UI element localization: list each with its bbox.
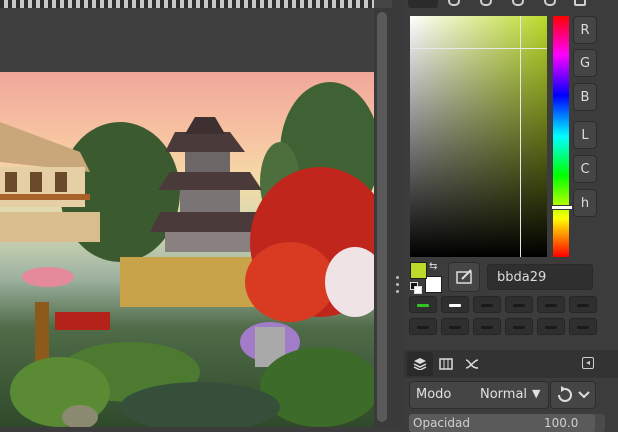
hue-slider[interactable] [553, 16, 569, 257]
channel-c-button[interactable]: C [573, 155, 597, 183]
mode-reset-button[interactable] [550, 381, 596, 409]
document-icon[interactable] [574, 0, 586, 6]
color-history-swatch[interactable] [537, 296, 565, 313]
paths-icon [465, 359, 479, 369]
color-history-swatch[interactable] [569, 296, 597, 313]
color-history-swatch[interactable] [473, 296, 501, 313]
foreground-color-swatch[interactable] [410, 262, 427, 279]
chevron-down-icon[interactable]: ▼ [532, 387, 540, 400]
tab-layers[interactable] [407, 352, 433, 376]
tab-channels[interactable] [433, 352, 459, 376]
divider-handle[interactable] [396, 276, 400, 298]
reset-icon [558, 386, 590, 402]
color-history-swatch[interactable] [505, 318, 533, 335]
color-history-swatch[interactable] [441, 318, 469, 335]
color-saturation-value-square[interactable] [410, 16, 547, 257]
color-history-swatch[interactable] [569, 318, 597, 335]
mode-label: Modo [416, 387, 452, 402]
top-ruler [0, 0, 374, 8]
picker-crosshair-horizontal [410, 48, 547, 49]
collapse-icon[interactable]: ◂ [582, 357, 594, 369]
background-color-swatch[interactable] [425, 276, 442, 293]
canvas-image[interactable] [0, 72, 374, 427]
color-history-swatch[interactable] [537, 318, 565, 335]
scrollbar-thumb[interactable] [377, 12, 387, 422]
japanese-garden-painting [0, 82, 374, 427]
hex-color-input[interactable]: bbda29 [487, 264, 593, 290]
channel-h-button[interactable]: h [573, 189, 597, 217]
layers-icon [413, 358, 427, 370]
opacity-value[interactable]: 100.0 [544, 416, 578, 430]
color-history-swatch[interactable] [473, 318, 501, 335]
channels-icon [439, 358, 453, 370]
color-history-swatch[interactable] [409, 296, 437, 313]
hue-slider-marker[interactable] [551, 205, 573, 210]
tab-paths[interactable] [459, 352, 485, 376]
color-picker-button[interactable] [448, 262, 480, 292]
channel-g-button[interactable]: G [573, 49, 597, 77]
tab-fg-bg-color[interactable] [408, 0, 438, 8]
color-history-swatch[interactable] [441, 296, 469, 313]
reset-colors-icon[interactable] [410, 282, 422, 294]
swap-colors-icon[interactable]: ⇆ [429, 261, 440, 272]
channel-r-button[interactable]: R [573, 16, 597, 44]
picker-crosshair-vertical [520, 16, 521, 257]
panel-resize-handle[interactable] [494, 342, 514, 357]
channel-b-button[interactable]: B [573, 83, 597, 111]
panel-divider[interactable] [392, 0, 404, 427]
channel-l-button[interactable]: L [573, 121, 597, 149]
color-picker-icon [456, 269, 472, 284]
color-history-swatch[interactable] [409, 318, 437, 335]
opacity-label: Opacidad [413, 416, 470, 430]
mode-value[interactable]: Normal [480, 387, 527, 402]
color-history-swatch[interactable] [505, 296, 533, 313]
